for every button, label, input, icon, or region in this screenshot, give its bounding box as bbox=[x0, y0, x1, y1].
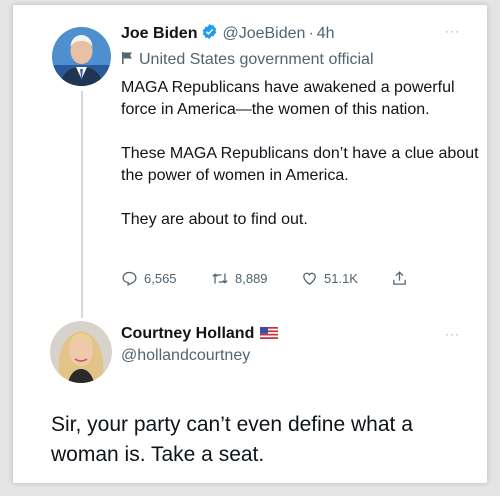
share-icon bbox=[393, 271, 406, 285]
more-icon[interactable]: ··· bbox=[445, 24, 460, 38]
us-flag-icon bbox=[260, 326, 279, 344]
like-count: 51.1K bbox=[324, 271, 358, 286]
tweet-paragraph: They are about to find out. bbox=[121, 211, 308, 228]
tweet-body: MAGA Republicans have awakened a powerfu… bbox=[121, 77, 481, 253]
flag-label-icon bbox=[122, 52, 132, 64]
tweet-card: Joe Biden @JoeBiden · 4h ··· United States … bbox=[13, 5, 487, 483]
reply-icon bbox=[122, 271, 137, 286]
share-button[interactable] bbox=[391, 270, 414, 287]
courtney-holland-avatar[interactable] bbox=[50, 321, 112, 383]
reply-count: 6,565 bbox=[144, 271, 177, 286]
government-label-text: United States government official bbox=[139, 51, 374, 68]
like-icon bbox=[303, 272, 316, 285]
reply-author-name[interactable]: Courtney Holland bbox=[121, 325, 254, 342]
tweet-header: Joe Biden @JoeBiden · 4h bbox=[121, 23, 335, 45]
tweet-actions: 6,565 8,889 51.1K bbox=[121, 270, 421, 290]
author-handle[interactable]: @JoeBiden bbox=[222, 25, 305, 42]
retweet-button[interactable]: 8,889 bbox=[211, 270, 268, 287]
verified-badge-icon bbox=[201, 23, 218, 45]
tweet-time[interactable]: 4h bbox=[317, 25, 335, 42]
reply-author-handle[interactable]: @hollandcourtney bbox=[121, 347, 250, 365]
government-label[interactable]: United States government official bbox=[121, 51, 374, 69]
thread-connector-line bbox=[81, 91, 83, 318]
like-button[interactable]: 51.1K bbox=[301, 270, 358, 287]
author-name[interactable]: Joe Biden bbox=[121, 25, 197, 42]
tweet-paragraph: MAGA Republicans have awakened a powerfu… bbox=[121, 79, 455, 118]
retweet-count: 8,889 bbox=[235, 271, 268, 286]
retweet-icon bbox=[212, 273, 228, 284]
reply-body: Sir, your party can’t even define what a… bbox=[51, 413, 413, 466]
more-icon[interactable]: ··· bbox=[445, 327, 460, 341]
joe-biden-avatar[interactable] bbox=[52, 27, 111, 86]
reply-button[interactable]: 6,565 bbox=[121, 270, 177, 287]
separator-dot: · bbox=[308, 25, 314, 42]
reply-header: Courtney Holland bbox=[121, 325, 279, 344]
tweet-paragraph: These MAGA Republicans don’t have a clue… bbox=[121, 145, 479, 184]
